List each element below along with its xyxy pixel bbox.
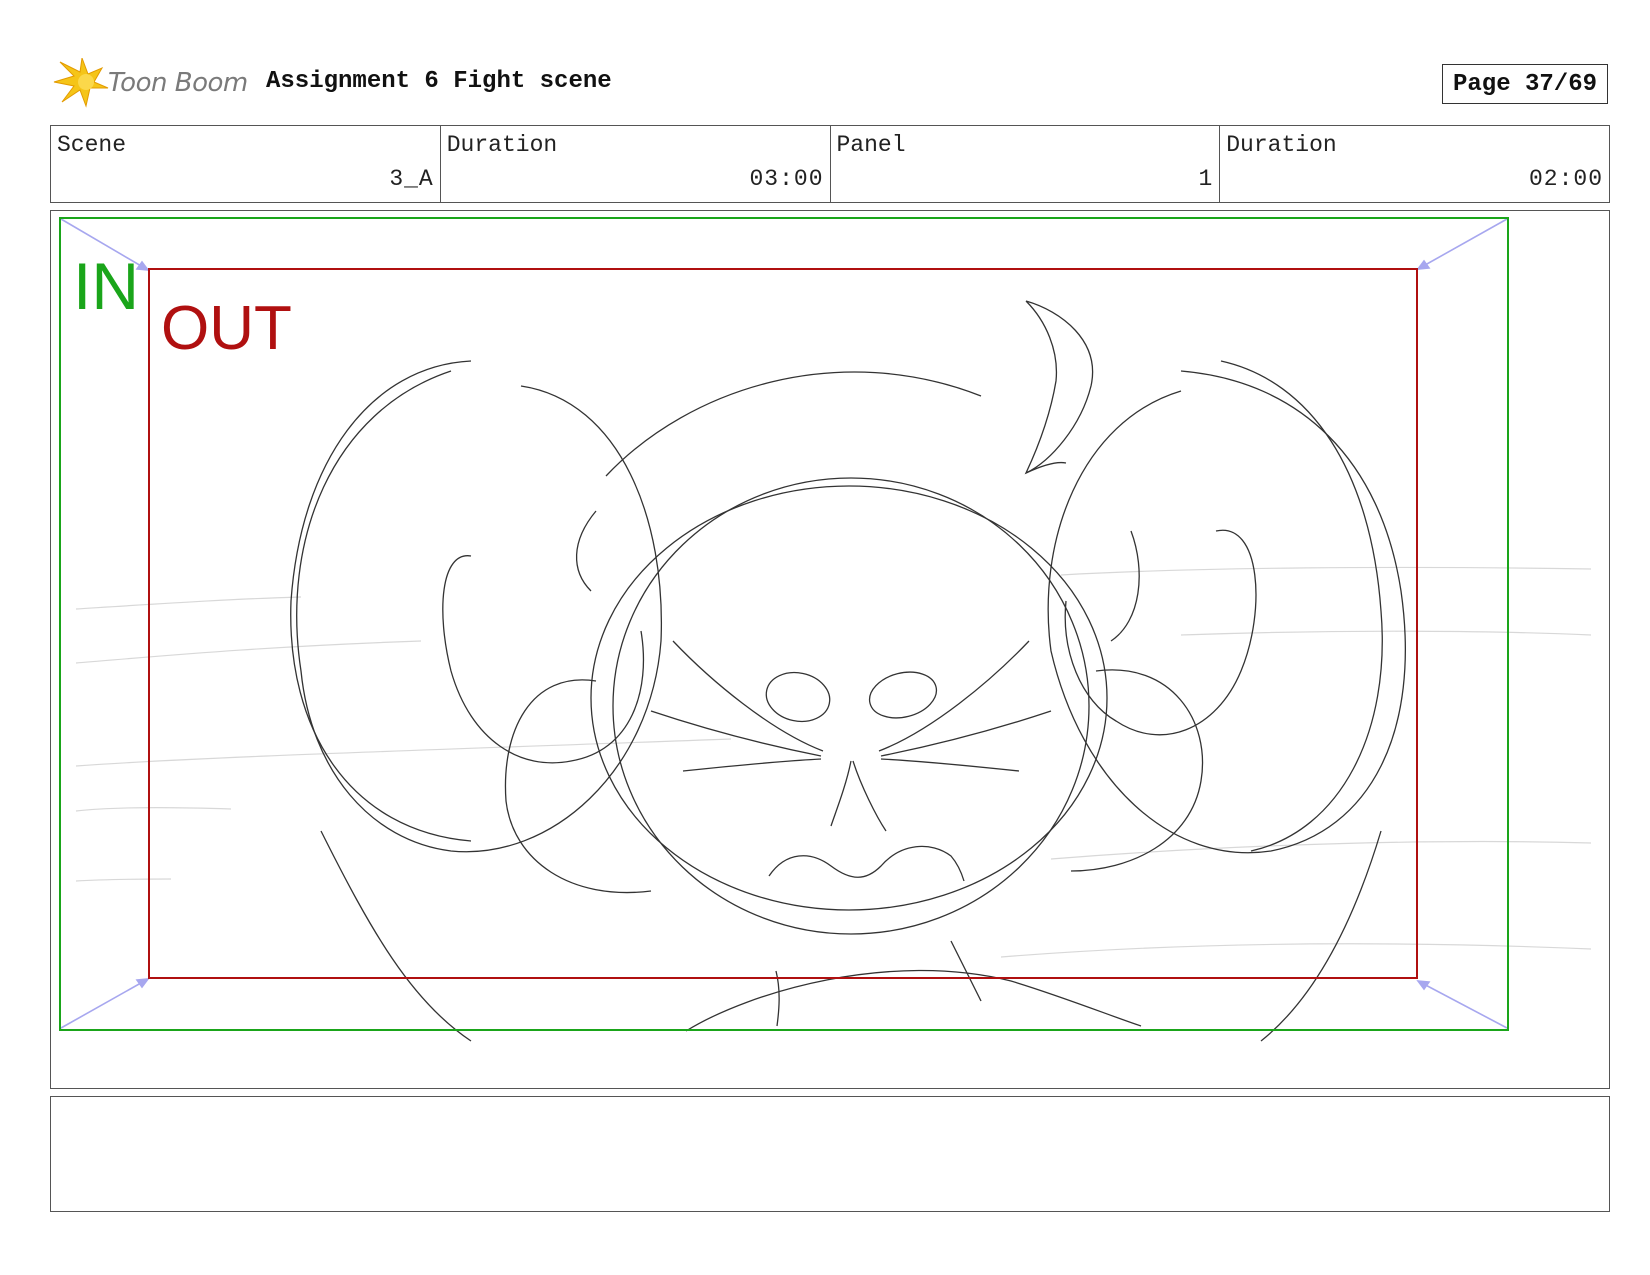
out-label: OUT bbox=[161, 294, 292, 363]
panel-label: Panel bbox=[836, 132, 906, 158]
toon-boom-logo: Toon Boom bbox=[52, 57, 252, 110]
scene-duration-cell: Duration 03:00 bbox=[441, 126, 831, 202]
out-frame bbox=[148, 268, 1418, 979]
document-title: Assignment 6 Fight scene bbox=[266, 68, 612, 95]
scene-duration-value: 03:00 bbox=[749, 166, 824, 192]
toon-boom-star-icon bbox=[53, 57, 109, 108]
scene-duration-label: Duration bbox=[446, 132, 558, 158]
panel-notes-box[interactable] bbox=[50, 1096, 1610, 1212]
page-header: Toon Boom Assignment 6 Fight scene Page … bbox=[52, 56, 1612, 112]
panel-drawing: IN OUT bbox=[59, 217, 1592, 1042]
panel-value: 1 bbox=[1198, 166, 1214, 192]
storyboard-panel: IN OUT bbox=[50, 210, 1610, 1089]
scene-info-table: Scene 3_A Duration 03:00 Panel 1 Duratio… bbox=[50, 125, 1610, 203]
logo-text: Toon Boom bbox=[108, 68, 248, 98]
panel-cell: Panel 1 bbox=[831, 126, 1221, 202]
character-sketch bbox=[290, 300, 1406, 1042]
panel-duration-value: 02:00 bbox=[1528, 166, 1603, 192]
scene-cell: Scene 3_A bbox=[51, 126, 441, 202]
speed-lines bbox=[75, 566, 1592, 958]
panel-duration-cell: Duration 02:00 bbox=[1220, 126, 1609, 202]
scene-value: 3_A bbox=[389, 166, 434, 192]
page-number: Page 37/69 bbox=[1442, 64, 1608, 104]
scene-label: Scene bbox=[57, 132, 127, 158]
in-label: IN bbox=[73, 249, 139, 323]
panel-duration-label: Duration bbox=[1226, 132, 1337, 158]
